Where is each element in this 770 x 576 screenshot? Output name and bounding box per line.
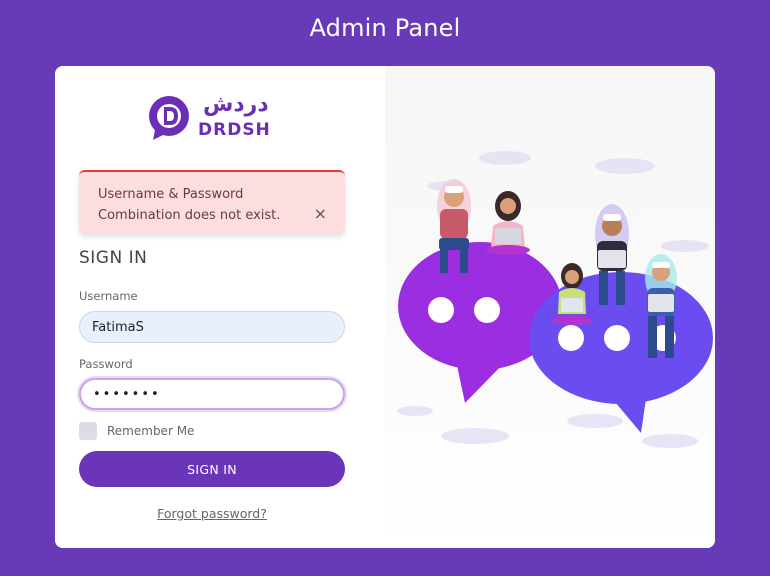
signin-button[interactable]: SIGN IN	[79, 451, 345, 487]
login-card: دردش DRDSH Username & Password Combinati…	[55, 66, 715, 548]
page-title: Admin Panel	[309, 14, 461, 42]
username-input[interactable]	[79, 311, 345, 343]
remember-me-label[interactable]: Remember Me	[107, 424, 194, 438]
remember-me-checkbox[interactable]	[79, 422, 97, 440]
signin-heading: SIGN IN	[79, 248, 148, 268]
forgot-password-link[interactable]: Forgot password?	[55, 506, 369, 521]
password-input[interactable]	[79, 378, 345, 410]
login-panel: دردش DRDSH Username & Password Combinati…	[55, 66, 385, 548]
username-label: Username	[79, 289, 138, 303]
error-alert: Username & Password Combination does not…	[79, 170, 345, 234]
logo-latin-text: DRDSH	[198, 120, 271, 140]
chat-illustration	[397, 151, 713, 448]
password-label: Password	[79, 357, 133, 371]
logo-arabic-text: دردش	[203, 92, 269, 117]
brand-logo: دردش DRDSH	[143, 92, 283, 144]
illustration-panel	[385, 66, 715, 548]
close-icon[interactable]: ×	[314, 206, 327, 222]
person-woman-1	[486, 191, 530, 255]
logo-d-bubble-icon	[149, 96, 189, 140]
error-alert-message: Username & Password Combination does not…	[98, 187, 281, 223]
